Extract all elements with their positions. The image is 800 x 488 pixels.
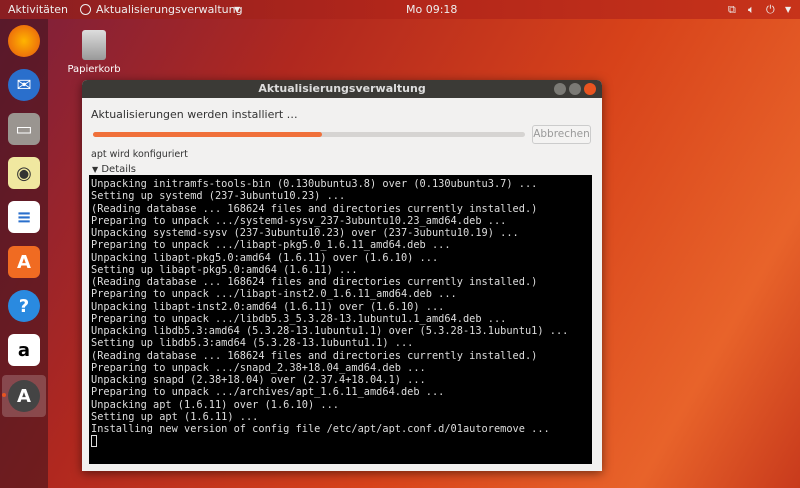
terminal-line: Unpacking systemd-sysv (237-3ubuntu10.23… bbox=[91, 227, 519, 239]
terminal-line: (Reading database ... 168624 files and d… bbox=[91, 276, 538, 288]
update-manager-window: Aktualisierungsverwaltung Aktualisierung… bbox=[82, 80, 602, 471]
terminal-line: Preparing to unpack .../libapt-inst2.0_1… bbox=[91, 288, 457, 301]
cancel-button[interactable]: Abbrechen bbox=[532, 125, 591, 144]
terminal-line: Preparing to unpack .../libdb5.3_5.3.28-… bbox=[91, 312, 507, 325]
progress-heading: Aktualisierungen werden installiert … bbox=[91, 108, 298, 121]
terminal-line: Unpacking libdb5.3:amd64 (5.3.28-13.1ubu… bbox=[91, 325, 569, 337]
rhythmbox-icon[interactable]: ◉ bbox=[8, 157, 40, 189]
writer-icon[interactable]: ≡ bbox=[8, 201, 40, 233]
software-updater-dock-icon[interactable]: A bbox=[8, 380, 40, 412]
help-icon[interactable]: ? bbox=[8, 290, 40, 322]
expander-arrow-icon: ▼ bbox=[92, 165, 99, 174]
terminal-line: Unpacking initramfs-tools-bin (0.130ubun… bbox=[91, 178, 538, 190]
terminal-line: Setting up apt (1.6.11) ... bbox=[91, 410, 259, 423]
terminal-line: Preparing to unpack .../systemd-sysv_237… bbox=[91, 214, 507, 227]
trash-desktop-icon[interactable]: Papierkorb bbox=[66, 30, 122, 75]
window-titlebar[interactable]: Aktualisierungsverwaltung bbox=[82, 80, 602, 98]
chevron-down-icon: ▼ bbox=[234, 5, 241, 14]
system-menu-chevron-icon[interactable]: ▼ bbox=[785, 5, 791, 14]
network-icon[interactable]: ⧉ bbox=[728, 3, 736, 17]
software-updater-icon bbox=[80, 4, 91, 15]
terminal-line: Unpacking snapd (2.38+18.04) over (2.37.… bbox=[91, 374, 426, 386]
clock[interactable]: Mo 09:18 bbox=[406, 3, 457, 16]
terminal-line: Setting up libdb5.3:amd64 (5.3.28-13.1ub… bbox=[91, 337, 414, 350]
terminal-line: Setting up systemd (237-3ubuntu10.23) ..… bbox=[91, 190, 346, 203]
app-menu[interactable]: Aktualisierungsverwaltung bbox=[96, 3, 243, 16]
terminal-cursor bbox=[91, 435, 97, 448]
software-center-icon[interactable]: A bbox=[8, 246, 40, 278]
files-icon[interactable]: ▭ bbox=[8, 113, 40, 145]
dock: ✉ ▭ ◉ ≡ A ? a A bbox=[0, 19, 48, 488]
running-indicator bbox=[2, 393, 6, 397]
progress-bar bbox=[93, 132, 525, 137]
terminal-line: Unpacking libapt-inst2.0:amd64 (1.6.11) … bbox=[91, 300, 445, 313]
thunderbird-icon[interactable]: ✉ bbox=[8, 69, 40, 101]
activities-button[interactable]: Aktivitäten bbox=[8, 3, 68, 16]
amazon-icon[interactable]: a bbox=[8, 334, 40, 366]
terminal-line: Preparing to unpack .../snapd_2.38+18.04… bbox=[91, 361, 426, 374]
volume-icon[interactable]: 🔈︎ bbox=[748, 3, 755, 17]
top-bar: Aktivitäten Aktualisierungsverwaltung ▼ … bbox=[0, 0, 800, 19]
power-icon[interactable]: ⏻ bbox=[766, 3, 775, 17]
window-title: Aktualisierungsverwaltung bbox=[258, 82, 426, 95]
details-expander[interactable]: ▼ Details bbox=[92, 164, 136, 175]
terminal-output[interactable]: Unpacking initramfs-tools-bin (0.130ubun… bbox=[89, 175, 592, 464]
close-button[interactable] bbox=[584, 83, 596, 95]
terminal-line: Unpacking libapt-pkg5.0:amd64 (1.6.11) o… bbox=[91, 251, 439, 264]
maximize-button[interactable] bbox=[569, 83, 581, 95]
terminal-line: Preparing to unpack .../archives/apt_1.6… bbox=[91, 386, 445, 399]
trash-label: Papierkorb bbox=[67, 64, 121, 75]
status-text: apt wird konfiguriert bbox=[91, 149, 188, 160]
minimize-button[interactable] bbox=[554, 83, 566, 95]
details-label: Details bbox=[101, 164, 137, 175]
terminal-line: (Reading database ... 168624 files and d… bbox=[91, 202, 538, 215]
trash-icon bbox=[82, 30, 106, 60]
terminal-line: (Reading database ... 168624 files and d… bbox=[91, 349, 538, 362]
firefox-icon[interactable] bbox=[8, 25, 40, 57]
terminal-line: Installing new version of config file /e… bbox=[91, 423, 550, 435]
terminal-line: Setting up libapt-pkg5.0:amd64 (1.6.11) … bbox=[91, 263, 358, 276]
terminal-line: Preparing to unpack .../libapt-pkg5.0_1.… bbox=[91, 239, 451, 252]
terminal-line: Unpacking apt (1.6.11) over (1.6.10) ... bbox=[91, 398, 339, 411]
